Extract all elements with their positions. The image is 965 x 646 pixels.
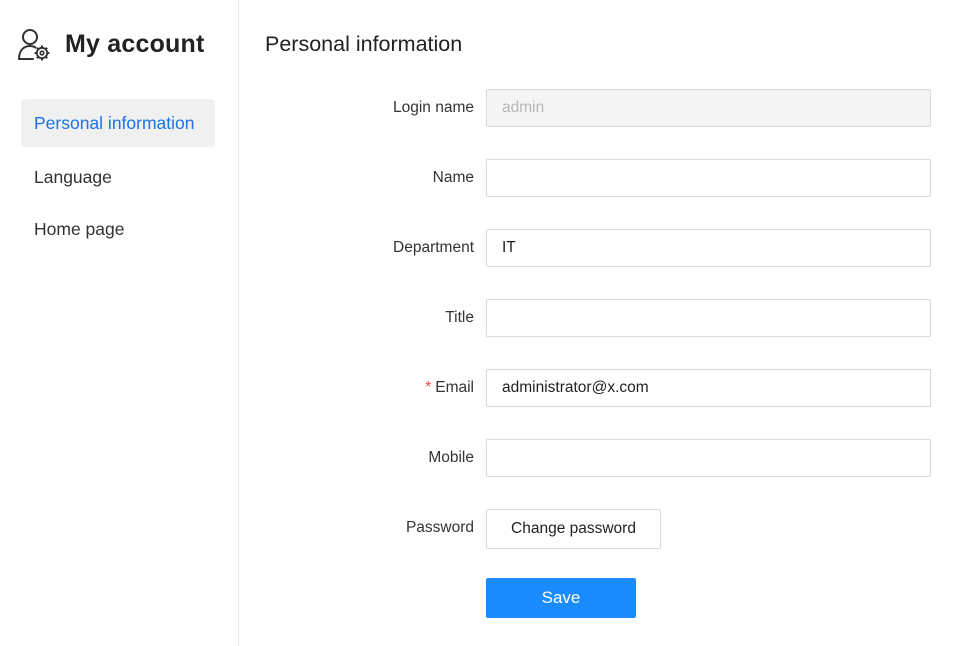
mobile-label: Mobile: [428, 449, 474, 466]
save-button[interactable]: Save: [486, 578, 636, 618]
sidebar-item-home-page[interactable]: Home page: [21, 205, 215, 253]
login-name-input: [486, 89, 931, 127]
mobile-input[interactable]: [486, 439, 931, 477]
change-password-button[interactable]: Change password: [486, 509, 661, 549]
form-row-mobile: Mobile: [239, 439, 965, 477]
department-input[interactable]: [486, 229, 931, 267]
sidebar-item-language[interactable]: Language: [21, 153, 215, 201]
form-row-department: Department: [239, 229, 965, 267]
password-label: Password: [405, 519, 474, 536]
sidebar-item-personal-information[interactable]: Personal information: [21, 99, 215, 147]
title-input[interactable]: [486, 299, 931, 337]
sidebar-nav: Personal information Language Home page: [21, 99, 215, 257]
user-gear-icon: [18, 29, 50, 61]
name-input[interactable]: [486, 159, 931, 197]
login-name-label: Login name: [392, 99, 474, 116]
form-row-login-name: Login name: [239, 89, 965, 127]
sidebar: My account Personal information Language…: [0, 0, 239, 646]
form-row-email: * Email: [239, 369, 965, 407]
department-label: Department: [393, 239, 474, 256]
email-input[interactable]: [486, 369, 931, 407]
form-row-name: Name: [239, 159, 965, 197]
form-row-password: Password Change password: [239, 509, 965, 549]
sidebar-brand: My account: [16, 24, 205, 64]
email-label-text: Email: [435, 379, 474, 396]
main-content: Personal information Login name Name Dep…: [239, 0, 965, 646]
required-asterisk: *: [425, 379, 432, 396]
email-label: * Email: [425, 369, 474, 407]
title-label: Title: [445, 309, 474, 326]
page-title: Personal information: [265, 32, 463, 56]
form-row-title: Title: [239, 299, 965, 337]
name-label: Name: [432, 169, 474, 186]
sidebar-title: My account: [65, 29, 205, 58]
